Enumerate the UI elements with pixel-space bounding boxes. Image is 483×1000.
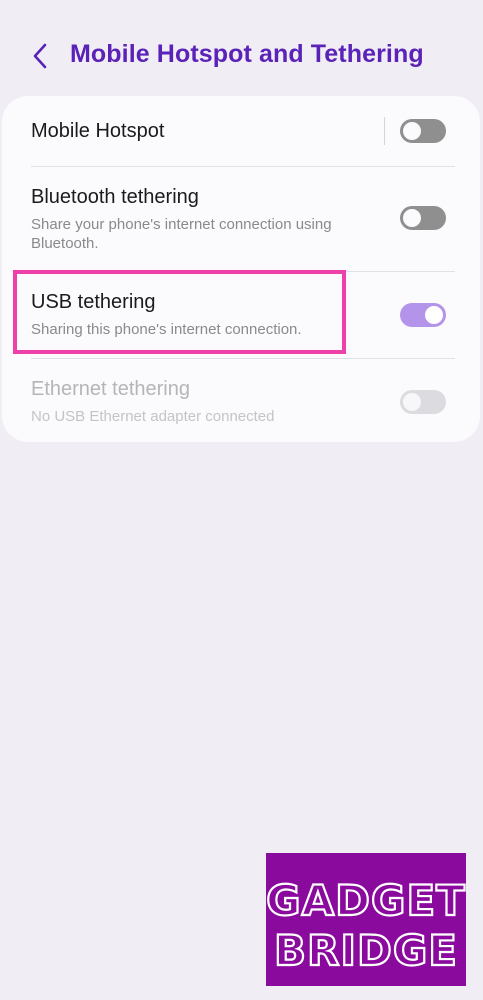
toggle-knob	[401, 391, 423, 413]
bluetooth-tethering-toggle[interactable]	[400, 206, 446, 230]
gadget-bridge-wordmark: GADGET BRIDGE	[265, 875, 466, 976]
mobile-hotspot-row[interactable]: Mobile Hotspot	[2, 96, 480, 166]
svg-text:BRIDGE: BRIDGE	[274, 926, 458, 975]
bluetooth-tethering-subtitle: Share your phone's internet connection u…	[31, 216, 332, 252]
highlight-annotation	[13, 270, 346, 354]
ethernet-tethering-toggle	[400, 390, 446, 414]
vertical-separator	[384, 117, 385, 145]
toggle-knob	[401, 207, 423, 229]
mobile-hotspot-title: Mobile Hotspot	[31, 120, 165, 142]
chevron-left-icon	[33, 43, 47, 69]
bluetooth-tethering-row[interactable]: Bluetooth tethering Share your phone's i…	[2, 167, 480, 271]
back-button[interactable]	[24, 38, 56, 74]
bluetooth-tethering-title: Bluetooth tethering	[31, 186, 199, 208]
toggle-knob	[401, 120, 423, 142]
ethernet-tethering-row: Ethernet tethering No USB Ethernet adapt…	[2, 359, 480, 442]
toggle-knob	[423, 304, 445, 326]
settings-card: Mobile Hotspot Bluetooth tethering Share…	[2, 96, 480, 442]
usb-tethering-toggle[interactable]	[400, 303, 446, 327]
ethernet-tethering-subtitle: No USB Ethernet adapter connected	[31, 408, 275, 425]
svg-text:GADGET: GADGET	[266, 876, 466, 925]
page-title: Mobile Hotspot and Tethering	[70, 40, 424, 68]
mobile-hotspot-toggle[interactable]	[400, 119, 446, 143]
gadget-bridge-logo: GADGET BRIDGE	[265, 853, 466, 986]
ethernet-tethering-title: Ethernet tethering	[31, 378, 190, 400]
